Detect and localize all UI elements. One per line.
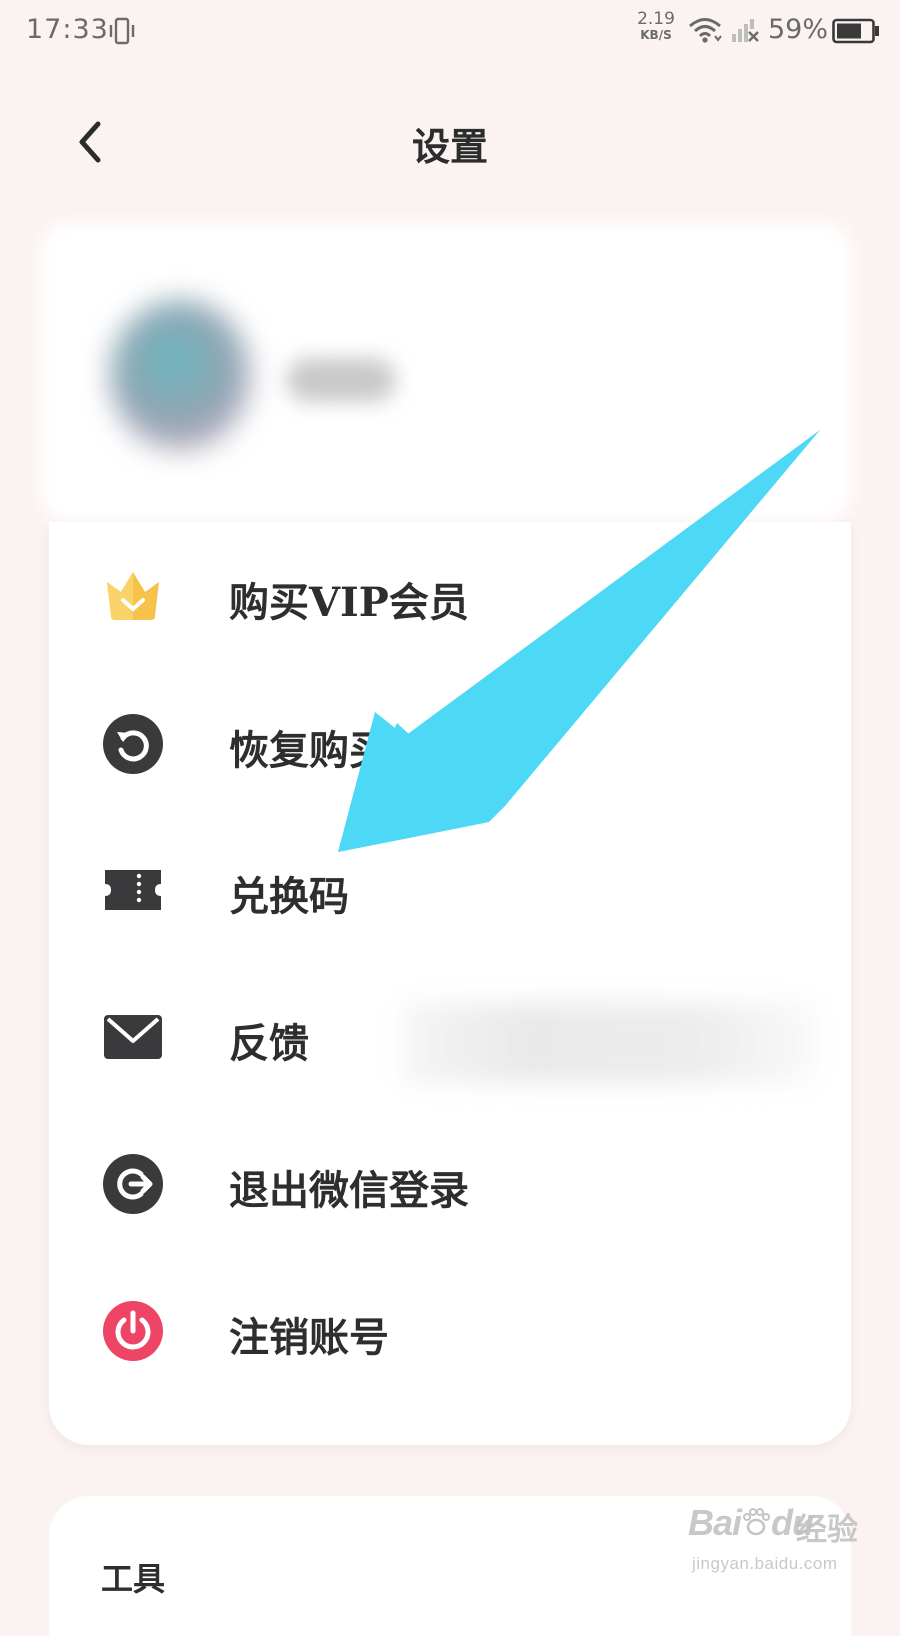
menu-item-restore-purchase[interactable]: 恢复购买: [49, 670, 851, 818]
status-bar: 17:33 2.19 KB/S 59%: [0, 0, 900, 64]
network-speed: 2.19 KB/S: [634, 11, 678, 43]
wifi-icon: [689, 18, 722, 43]
tools-section-title: 工具: [101, 1560, 166, 1598]
menu-item-redeem-code[interactable]: 兑换码: [49, 816, 851, 964]
vibrate-icon: [109, 17, 135, 45]
crown-icon: [107, 572, 159, 620]
logout-icon: [103, 1154, 163, 1214]
power-icon: [103, 1301, 163, 1361]
restore-icon: [103, 714, 163, 774]
status-time: 17:33: [26, 14, 109, 45]
ticket-icon: [105, 870, 161, 910]
network-speed-value: 2.19: [637, 9, 675, 29]
settings-menu-card: 购买VIP会员 恢复购买 兑换码 反馈 退出微信登录 注销账号: [49, 522, 851, 1445]
feedback-detail-redacted: [404, 1003, 814, 1083]
signal-icon: [732, 19, 759, 42]
battery-icon: [832, 18, 879, 44]
watermark-name: 经验: [796, 1512, 858, 1548]
menu-label-restore-purchase: 恢复购买: [229, 727, 389, 774]
menu-item-logout-wechat[interactable]: 退出微信登录: [49, 1110, 851, 1258]
menu-label-delete-account: 注销账号: [229, 1314, 389, 1361]
avatar: [110, 300, 250, 450]
username-redacted: [286, 358, 396, 402]
menu-label-feedback: 反馈: [229, 1020, 309, 1067]
watermark-logo: Bai du: [688, 1502, 814, 1544]
battery-percent: 59%: [768, 14, 829, 45]
baidu-jingyan-watermark: Bai du 经验 jingyan.baidu.com: [688, 1500, 888, 1590]
menu-label-buy-vip: 购买VIP会员: [229, 579, 469, 626]
network-speed-unit: KB/S: [640, 28, 672, 42]
menu-item-delete-account[interactable]: 注销账号: [49, 1257, 851, 1405]
menu-label-redeem-code: 兑换码: [229, 873, 349, 920]
menu-item-feedback[interactable]: 反馈: [49, 963, 851, 1111]
paw-icon: [743, 1508, 771, 1536]
mail-icon: [104, 1015, 162, 1059]
watermark-logo-text: Bai: [688, 1502, 742, 1543]
menu-item-buy-vip[interactable]: 购买VIP会员: [49, 522, 851, 670]
watermark-url: jingyan.baidu.com: [692, 1554, 838, 1573]
menu-label-logout-wechat: 退出微信登录: [229, 1167, 469, 1214]
page-title: 设置: [411, 125, 488, 169]
